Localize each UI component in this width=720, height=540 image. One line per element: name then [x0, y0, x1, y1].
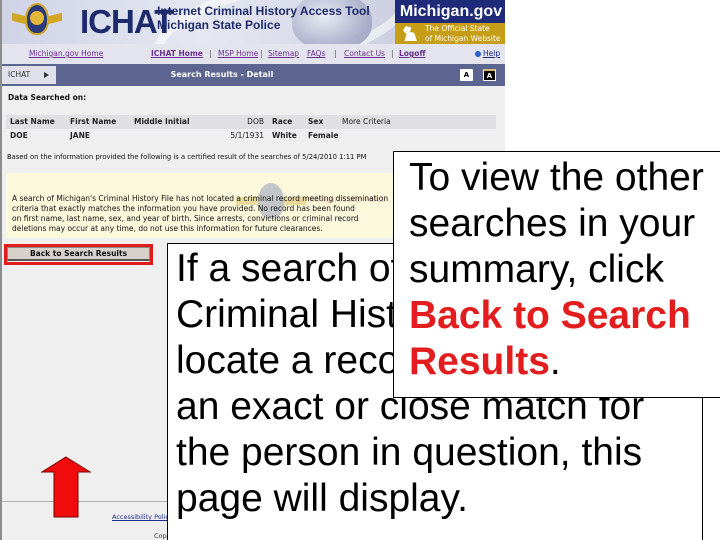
michigan-gov-title: Michigan.gov — [395, 0, 505, 23]
breadcrumb-arrow-icon — [44, 72, 49, 78]
column-header-middle-initial: Middle Initial — [134, 117, 190, 126]
cell-first-name: JANE — [70, 131, 90, 140]
data-searched-label: Data Searched on: — [8, 93, 87, 102]
nav-help[interactable]: Help — [475, 44, 500, 64]
callout-line: To view the other — [409, 156, 704, 199]
help-label: Help — [483, 49, 501, 58]
nav-michigan-gov-home[interactable]: Michigan.gov Home — [29, 44, 103, 64]
subtitle-line2: Michigan State Police — [157, 18, 281, 32]
criteria-table-header: Last Name First Name Middle Initial DOB … — [6, 115, 496, 129]
table-row: DOE JANE 5/1/1931 White Female — [6, 129, 496, 143]
column-header-more-criteria: More Criteria — [342, 117, 391, 126]
column-header-race: Race — [272, 117, 293, 126]
callout-highlight-text: Back to Search — [409, 294, 691, 337]
site-banner: ICHAT Internet Criminal History Access T… — [2, 0, 505, 44]
michigan-gov-logo[interactable]: Michigan.gov The Official State of Michi… — [395, 0, 505, 44]
nav-separator: | — [209, 49, 212, 58]
michigan-gov-tagline: The Official State of Michigan Website — [395, 23, 505, 44]
page-title-bar: ICHAT Search Results - Detail A A — [2, 64, 505, 86]
column-header-first-name: First Name — [70, 117, 117, 126]
michigan-map-icon — [403, 26, 417, 41]
tagline-line1: The Official State — [425, 24, 490, 33]
accessibility-policy-link[interactable]: Accessibility Policy — [112, 513, 173, 521]
column-header-last-name: Last Name — [10, 117, 55, 126]
nav-separator: | — [391, 49, 394, 58]
cell-race: White — [272, 131, 297, 140]
nav-ichat-home[interactable]: ICHAT Home — [151, 44, 203, 64]
page-title: Search Results - Detail — [170, 70, 274, 79]
tagline-line2: of Michigan Website — [425, 34, 501, 43]
ichat-subtitle: Internet Criminal History Access Tool Mi… — [157, 4, 370, 32]
callout-back-to-results-tip: To view the other searches in your summa… — [393, 151, 720, 398]
callout-line: summary, click — [409, 248, 664, 291]
callout-highlight-line: Back to Search — [409, 293, 720, 339]
cell-last-name: DOE — [10, 131, 28, 140]
badge-seal — [30, 11, 44, 25]
callout-line: the person in question, this — [176, 431, 643, 474]
back-to-search-results-button[interactable]: Back to Search Results — [7, 247, 150, 261]
callout-highlight-line: Results. — [409, 339, 720, 385]
help-icon — [475, 51, 481, 57]
breadcrumb-ichat: ICHAT — [8, 70, 31, 79]
certified-result-text: Based on the information provided the fo… — [7, 153, 367, 161]
red-up-arrow-icon — [41, 456, 91, 518]
nav-contact-us[interactable]: Contact Us — [344, 44, 385, 64]
column-header-dob: DOB — [247, 117, 264, 126]
nav-logoff[interactable]: Logoff — [399, 44, 426, 64]
callout-line: page will display. — [176, 477, 468, 520]
top-navigation: Michigan.gov Home ICHAT Home | MSP Home … — [2, 44, 505, 64]
nav-msp-home[interactable]: MSP Home — [218, 44, 258, 64]
cell-sex: Female — [308, 131, 339, 140]
text-size-small-button[interactable]: A — [460, 69, 473, 81]
cell-dob: 5/1/1931 — [230, 131, 264, 140]
callout-suffix: . — [549, 340, 561, 383]
nav-separator: | — [334, 49, 337, 58]
column-header-sex: Sex — [308, 117, 324, 126]
text-size-large-button[interactable]: A — [483, 69, 496, 81]
nav-sitemap[interactable]: Sitemap — [268, 44, 299, 64]
callout-highlight-text: Results — [409, 340, 550, 383]
msp-badge-logo — [12, 2, 62, 40]
callout-line: searches in your — [409, 202, 696, 245]
breadcrumb[interactable]: ICHAT — [2, 66, 56, 84]
nav-separator: | — [260, 49, 263, 58]
subtitle-line1: Internet Criminal History Access Tool — [157, 4, 370, 18]
nav-faqs[interactable]: FAQs — [307, 44, 325, 64]
